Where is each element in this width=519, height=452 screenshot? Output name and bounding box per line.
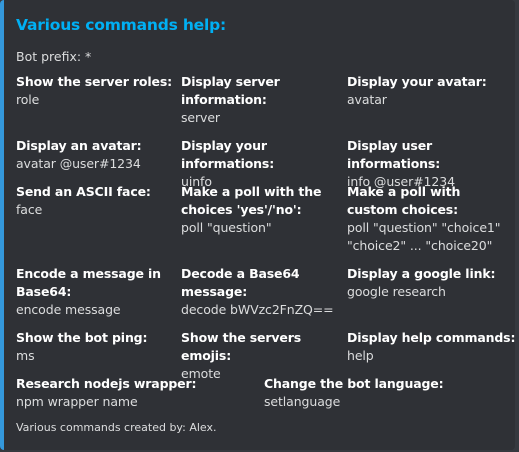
field-name: Display your informations: (181, 138, 275, 171)
field-name: Display an avatar: (16, 138, 142, 153)
field-name: Change the bot language: (264, 376, 444, 391)
field-name: Research nodejs wrapper: (16, 376, 197, 391)
field-value: npm wrapper name (16, 394, 138, 409)
field-bot-language: Change the bot language: setlanguage (264, 375, 494, 411)
field-value: server (181, 110, 220, 125)
field-name: Display your avatar: (347, 74, 487, 89)
field-poll-yes-no: Make a poll with the choices 'yes'/'no':… (181, 183, 331, 237)
field-an-avatar: Display an avatar: avatar @user#1234 (16, 137, 176, 173)
help-embed: Various commands help: Bot prefix: * Sho… (0, 0, 515, 450)
field-server-roles: Show the server roles: role (16, 73, 176, 109)
field-name: Decode a Base64 message: (181, 266, 300, 299)
field-value: google research (347, 284, 446, 299)
embed-footer: Various commands created by: Alex. (16, 421, 217, 434)
field-value: setlanguage (264, 394, 341, 409)
field-value: encode message (16, 302, 121, 317)
field-name: Display user informations: (347, 138, 441, 171)
field-value: role (16, 92, 40, 107)
field-name: Show the bot ping: (16, 330, 148, 345)
field-name: Display help commands: (347, 330, 516, 345)
field-value: decode bWVzc2FnZQ== (181, 302, 334, 317)
field-value: face (16, 202, 43, 217)
field-name: Display server information: (181, 74, 280, 107)
field-value: ms (16, 348, 35, 363)
embed-title: Various commands help: (16, 16, 226, 34)
field-name: Encode a message in Base64: (16, 266, 161, 299)
field-decode-base64: Decode a Base64 message: decode bWVzc2Fn… (181, 265, 341, 319)
field-help-commands: Display help commands: help (347, 329, 517, 365)
field-value: avatar (347, 92, 387, 107)
field-google-link: Display a google link: google research (347, 265, 512, 301)
field-name: Show the servers emojis: (181, 330, 302, 363)
field-value: poll "question" (181, 220, 272, 235)
field-nodejs-wrapper: Research nodejs wrapper: npm wrapper nam… (16, 375, 246, 411)
embed-description: Bot prefix: * (16, 49, 92, 64)
field-name: Make a poll with custom choices: (347, 184, 461, 217)
field-encode-base64: Encode a message in Base64: encode messa… (16, 265, 166, 319)
field-bot-ping: Show the bot ping: ms (16, 329, 176, 365)
field-poll-custom: Make a poll with custom choices: poll "q… (347, 183, 512, 255)
field-your-avatar: Display your avatar: avatar (347, 73, 512, 109)
field-name: Send an ASCII face: (16, 184, 151, 199)
field-name: Display a google link: (347, 266, 496, 281)
field-server-information: Display server information: server (181, 73, 326, 127)
field-ascii-face: Send an ASCII face: face (16, 183, 176, 219)
field-name: Show the server roles: (16, 74, 172, 89)
field-value: poll "question" "choice1" "choice2" ... … (347, 220, 501, 253)
field-name: Make a poll with the choices 'yes'/'no': (181, 184, 322, 217)
field-value: help (347, 348, 374, 363)
field-value: avatar @user#1234 (16, 156, 141, 171)
